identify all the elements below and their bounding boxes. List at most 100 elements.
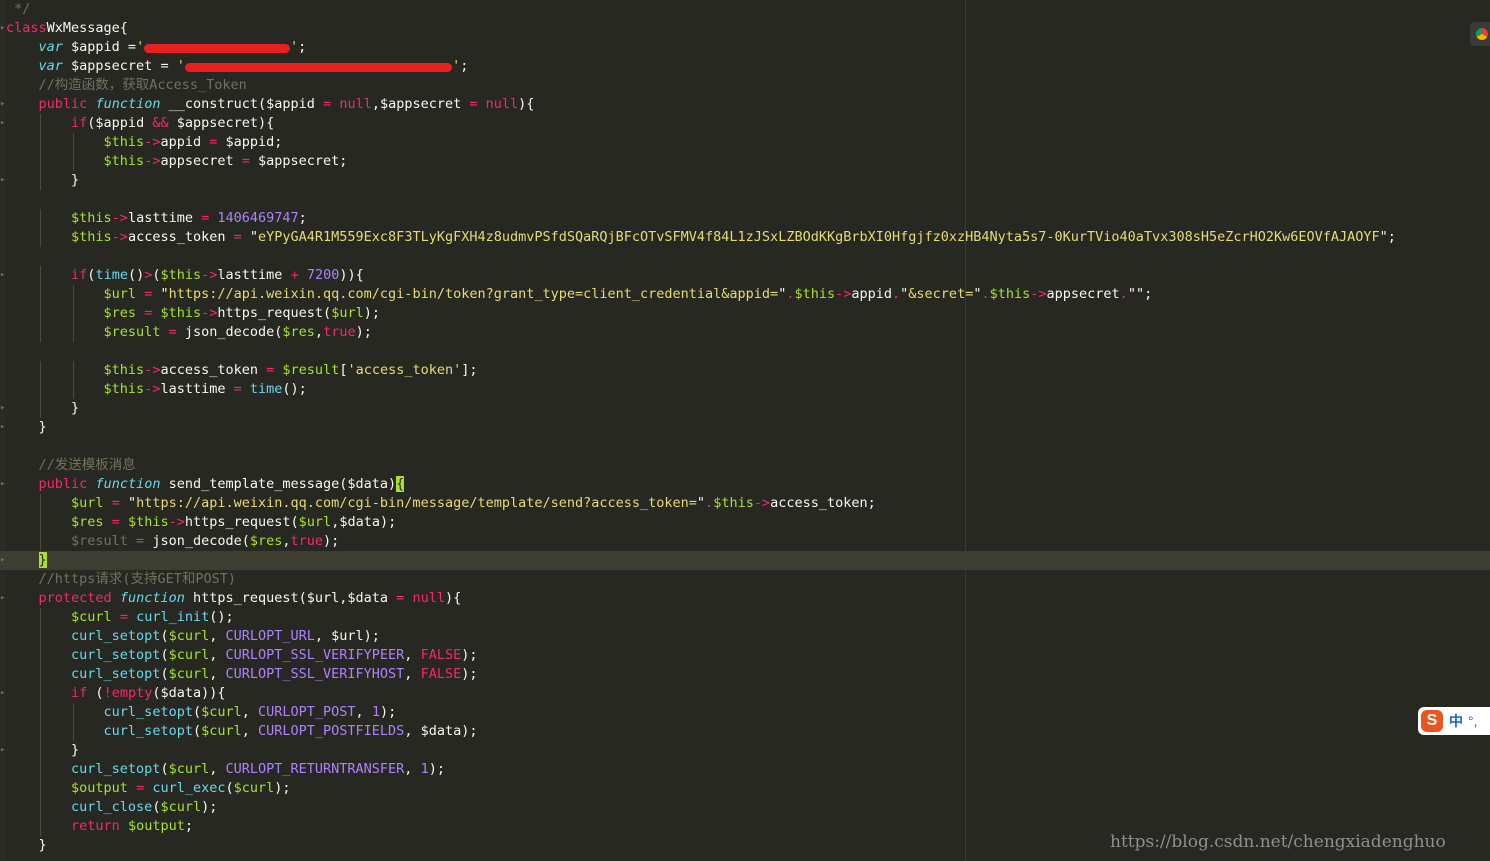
code-line[interactable]: $result = json_decode($res,true); <box>0 532 1490 551</box>
code-line[interactable]: curl_setopt($curl, CURLOPT_URL, $url); <box>0 627 1490 646</box>
code-line[interactable]: $output = curl_exec($curl); <box>0 779 1490 798</box>
code-line[interactable]: ▸ } <box>0 741 1490 760</box>
fold-marker-icon[interactable]: ▸ <box>0 175 5 185</box>
code-token: ,$appsecret <box>371 96 470 112</box>
code-text: if (!empty($data)){ <box>6 684 226 703</box>
ime-toolbar[interactable]: S 中 °, <box>1418 707 1490 735</box>
code-line[interactable]: ▸ if(time()>($this->lasttime + 7200)){ <box>0 266 1490 285</box>
code-line[interactable]: ▸ } <box>0 551 1490 570</box>
code-line[interactable]: $url = "https://api.weixin.qq.com/cgi-bi… <box>0 285 1490 304</box>
code-line[interactable]: ▸ public function __construct($appid = n… <box>0 95 1490 114</box>
fold-marker-icon[interactable]: ▸ <box>0 422 5 432</box>
code-token: var <box>38 39 63 55</box>
fold-marker-icon[interactable]: ▸ <box>0 118 5 128</box>
code-line[interactable]: $this->lasttime = 1406469747; <box>0 209 1490 228</box>
code-token: $curl <box>201 723 242 739</box>
code-line[interactable]: var $appsecret = ' '; <box>0 57 1490 76</box>
fold-marker-icon[interactable]: ▸ <box>0 555 5 565</box>
code-line[interactable] <box>0 247 1490 266</box>
code-text: $this->access_token = "eYPyGA4R1M559Exc8… <box>6 228 1396 247</box>
code-token: } <box>6 172 80 188</box>
code-token: $this <box>103 134 145 150</box>
fold-marker-icon[interactable]: ▸ <box>0 593 5 603</box>
fold-marker-icon[interactable]: ▸ <box>0 270 5 280</box>
code-token: ); <box>201 799 218 815</box>
code-line[interactable]: ▸ protected function https_request($url,… <box>0 589 1490 608</box>
code-line[interactable]: $curl = curl_init(); <box>0 608 1490 627</box>
code-line[interactable]: ▸ } <box>0 399 1490 418</box>
code-line[interactable]: ▸ if (!empty($data)){ <box>0 684 1490 703</box>
ime-punctuation-toggle[interactable]: °, <box>1468 713 1478 729</box>
code-token: ; <box>298 210 307 226</box>
code-line[interactable]: var $appid =' '; <box>0 38 1490 57</box>
code-line[interactable]: ▸ } <box>0 171 1490 190</box>
code-line[interactable] <box>0 190 1490 209</box>
fold-marker-icon[interactable]: ▸ <box>0 479 5 489</box>
code-token: FALSE <box>420 647 462 663</box>
code-token: && <box>152 115 169 131</box>
code-token: $output <box>71 780 128 796</box>
code-token: } <box>6 400 80 416</box>
code-token: $url <box>331 305 364 321</box>
code-token: lasttime <box>160 381 234 397</box>
code-token: (); <box>282 381 307 397</box>
code-token: = <box>119 609 128 625</box>
code-line[interactable]: $res = $this->https_request($url,$data); <box>0 513 1490 532</box>
code-line[interactable]: curl_close($curl); <box>0 798 1490 817</box>
code-token: { <box>396 476 405 492</box>
code-line[interactable]: ▸ classWxMessage{ <box>0 19 1490 38</box>
code-token: 1 <box>371 704 380 720</box>
code-line[interactable]: ▸ public function send_template_message(… <box>0 475 1490 494</box>
code-line[interactable]: ▸ } <box>0 418 1490 437</box>
fold-marker-icon[interactable]: ▸ <box>0 23 5 33</box>
code-line[interactable]: curl_setopt($curl, CURLOPT_SSL_VERIFYHOS… <box>0 665 1490 684</box>
code-line[interactable]: $url = "https://api.weixin.qq.com/cgi-bi… <box>0 494 1490 513</box>
code-text: $this->appsecret = $appsecret; <box>6 152 348 171</box>
code-line[interactable]: curl_setopt($curl, CURLOPT_POST, 1); <box>0 703 1490 722</box>
fold-marker-icon[interactable]: ▸ <box>0 99 5 109</box>
code-editor[interactable]: */▸ classWxMessage{ var $appid =' '; var $… <box>0 0 1490 861</box>
code-line[interactable]: */ <box>0 0 1490 19</box>
redaction-mark <box>144 44 290 53</box>
fold-marker-icon[interactable]: ▸ <box>0 688 5 698</box>
sogou-ime-icon[interactable]: S <box>1421 710 1443 732</box>
fold-marker-icon[interactable]: ▸ <box>0 745 5 755</box>
code-token: = <box>111 514 120 530</box>
code-line[interactable]: $this->access_token = "eYPyGA4R1M559Exc8… <box>0 228 1490 247</box>
code-token: $curl <box>160 799 202 815</box>
code-line[interactable]: $res = $this->https_request($url); <box>0 304 1490 323</box>
code-token: CURLOPT_RETURNTRANSFER <box>225 761 405 777</box>
code-line[interactable]: //发送模板消息 <box>0 456 1490 475</box>
code-token: curl_setopt <box>103 704 193 720</box>
code-text: var $appsecret = ' '; <box>6 57 469 76</box>
code-line[interactable]: $this->lasttime = time(); <box>0 380 1490 399</box>
code-line[interactable]: curl_setopt($curl, CURLOPT_RETURNTRANSFE… <box>0 760 1490 779</box>
code-token: ($data)){ <box>152 685 226 701</box>
code-line[interactable]: curl_setopt($curl, CURLOPT_POSTFIELDS, $… <box>0 722 1490 741</box>
code-line[interactable]: $this->appsecret = $appsecret; <box>0 152 1490 171</box>
code-line[interactable]: //https请求(支持GET和POST) <box>0 570 1490 589</box>
code-token: ( <box>192 723 202 739</box>
chrome-icon[interactable] <box>1470 22 1490 46</box>
code-line[interactable]: ▸ if($appid && $appsecret){ <box>0 114 1490 133</box>
code-text: */ <box>6 0 30 19</box>
code-line[interactable]: $result = json_decode($res,true); <box>0 323 1490 342</box>
code-line[interactable]: //构造函数，获取Access_Token <box>0 76 1490 95</box>
code-line[interactable]: $this->appid = $appid; <box>0 133 1490 152</box>
code-line[interactable]: $this->access_token = $result['access_to… <box>0 361 1490 380</box>
code-token: = <box>233 229 242 245</box>
fold-marker-icon[interactable]: ▸ <box>0 403 5 413</box>
ime-language-toggle[interactable]: 中 <box>1449 711 1463 731</box>
code-line[interactable] <box>0 437 1490 456</box>
code-line[interactable]: curl_setopt($curl, CURLOPT_SSL_VERIFYPEE… <box>0 646 1490 665</box>
code-token: curl_setopt <box>103 723 193 739</box>
code-token: . <box>1119 286 1128 302</box>
code-line[interactable] <box>0 342 1490 361</box>
